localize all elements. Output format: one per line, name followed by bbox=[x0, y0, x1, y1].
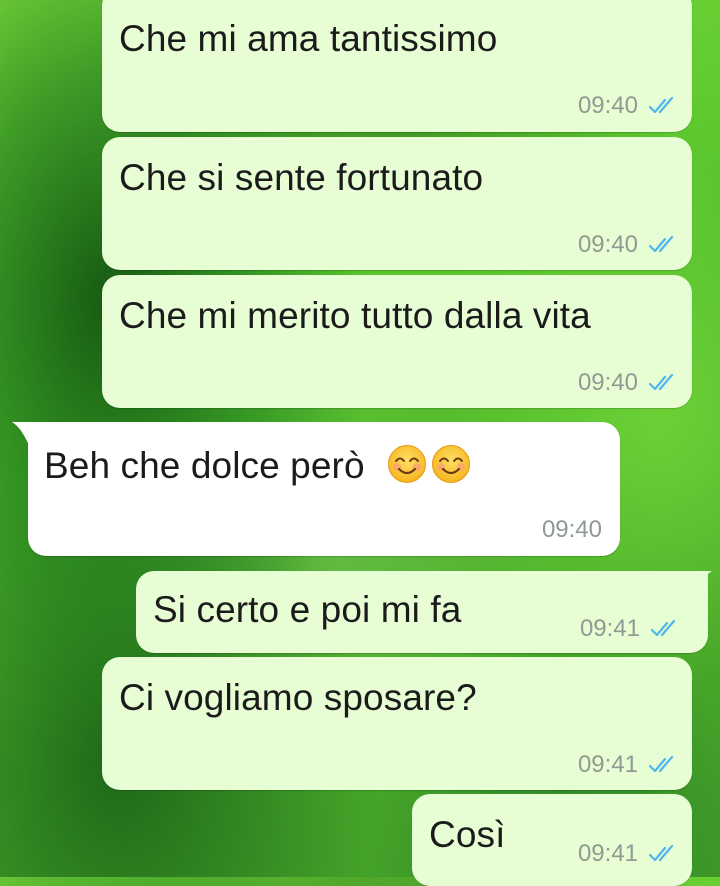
message-time: 09:40 bbox=[577, 92, 638, 119]
double-check-read-icon bbox=[648, 96, 674, 114]
smiling-face-emoji bbox=[432, 445, 471, 483]
message-text: Ci vogliamo sposare? bbox=[119, 677, 477, 718]
message-meta: 09:41 bbox=[578, 840, 678, 868]
message-time: 09:40 bbox=[541, 516, 602, 543]
double-check-read-icon bbox=[648, 373, 674, 391]
double-check-read-icon bbox=[648, 235, 674, 253]
message-text-content: Beh che dolce però bbox=[44, 445, 365, 486]
double-check-read-icon bbox=[648, 755, 674, 773]
message-text: Che mi ama tantissimo bbox=[119, 18, 498, 59]
message-time: 09:40 bbox=[577, 231, 638, 258]
message-bubble-outgoing[interactable]: Così 09:41 bbox=[412, 794, 692, 886]
message-bubble-outgoing[interactable]: Ci vogliamo sposare? 09:41 bbox=[102, 657, 692, 790]
message-meta: 09:40 bbox=[578, 231, 678, 259]
double-check-read-icon bbox=[648, 844, 674, 862]
double-check-read-icon bbox=[650, 619, 676, 637]
message-meta: 09:40 bbox=[578, 92, 678, 120]
message-bubble-outgoing[interactable]: Che mi ama tantissimo 09:40 bbox=[102, 0, 692, 132]
message-bubble-outgoing[interactable]: Si certo e poi mi fa 09:41 bbox=[136, 571, 708, 653]
message-meta: 09:41 bbox=[578, 751, 678, 779]
message-time: 09:41 bbox=[577, 840, 638, 867]
message-time: 09:41 bbox=[577, 751, 638, 778]
message-meta: 09:40 bbox=[542, 516, 602, 544]
message-meta: 09:40 bbox=[578, 369, 678, 397]
bubble-tail bbox=[690, 571, 712, 595]
message-bubble-outgoing[interactable]: Che si sente fortunato 09:40 bbox=[102, 137, 692, 270]
message-text: Che si sente fortunato bbox=[119, 157, 484, 198]
smiling-face-emoji bbox=[388, 445, 427, 483]
message-bubble-incoming[interactable]: Beh che dolce però 09:40 bbox=[28, 422, 620, 556]
message-meta: 09:41 bbox=[580, 615, 680, 643]
message-time: 09:41 bbox=[579, 615, 640, 642]
message-bubble-outgoing[interactable]: Che mi merito tutto dalla vita 09:40 bbox=[102, 275, 692, 408]
message-text: Beh che dolce però bbox=[44, 444, 471, 487]
message-text: Si certo e poi mi fa bbox=[153, 589, 462, 630]
message-text: Che mi merito tutto dalla vita bbox=[119, 295, 591, 336]
message-time: 09:40 bbox=[577, 369, 638, 396]
message-text: Così bbox=[429, 814, 506, 855]
